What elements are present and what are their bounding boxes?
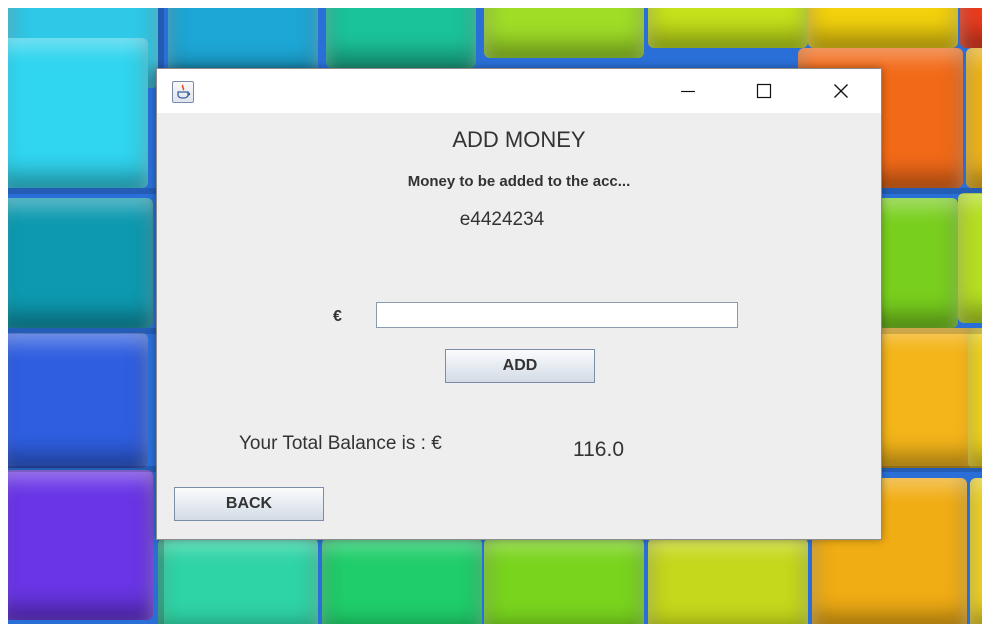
- balance-value: 116.0: [573, 438, 624, 461]
- amount-input[interactable]: [376, 302, 738, 328]
- close-button[interactable]: [818, 69, 864, 113]
- account-id-label: e4424234: [459, 209, 545, 230]
- add-button[interactable]: ADD: [445, 349, 595, 383]
- maximize-button[interactable]: [741, 69, 787, 113]
- minimize-button[interactable]: [665, 69, 711, 113]
- currency-symbol: €: [333, 308, 342, 325]
- close-icon: [834, 84, 848, 98]
- maximize-icon: [756, 83, 772, 99]
- back-button[interactable]: BACK: [174, 487, 324, 521]
- subtitle-label: Money to be added to the acc...: [407, 173, 631, 190]
- page-title: ADD MONEY: [452, 127, 586, 152]
- balance-label: Your Total Balance is : €: [239, 433, 442, 454]
- minimize-icon: [681, 90, 695, 93]
- window-titlebar[interactable]: [157, 69, 881, 113]
- java-app-icon[interactable]: [172, 81, 194, 103]
- add-money-window: ADD MONEY Money to be added to the acc..…: [156, 68, 882, 540]
